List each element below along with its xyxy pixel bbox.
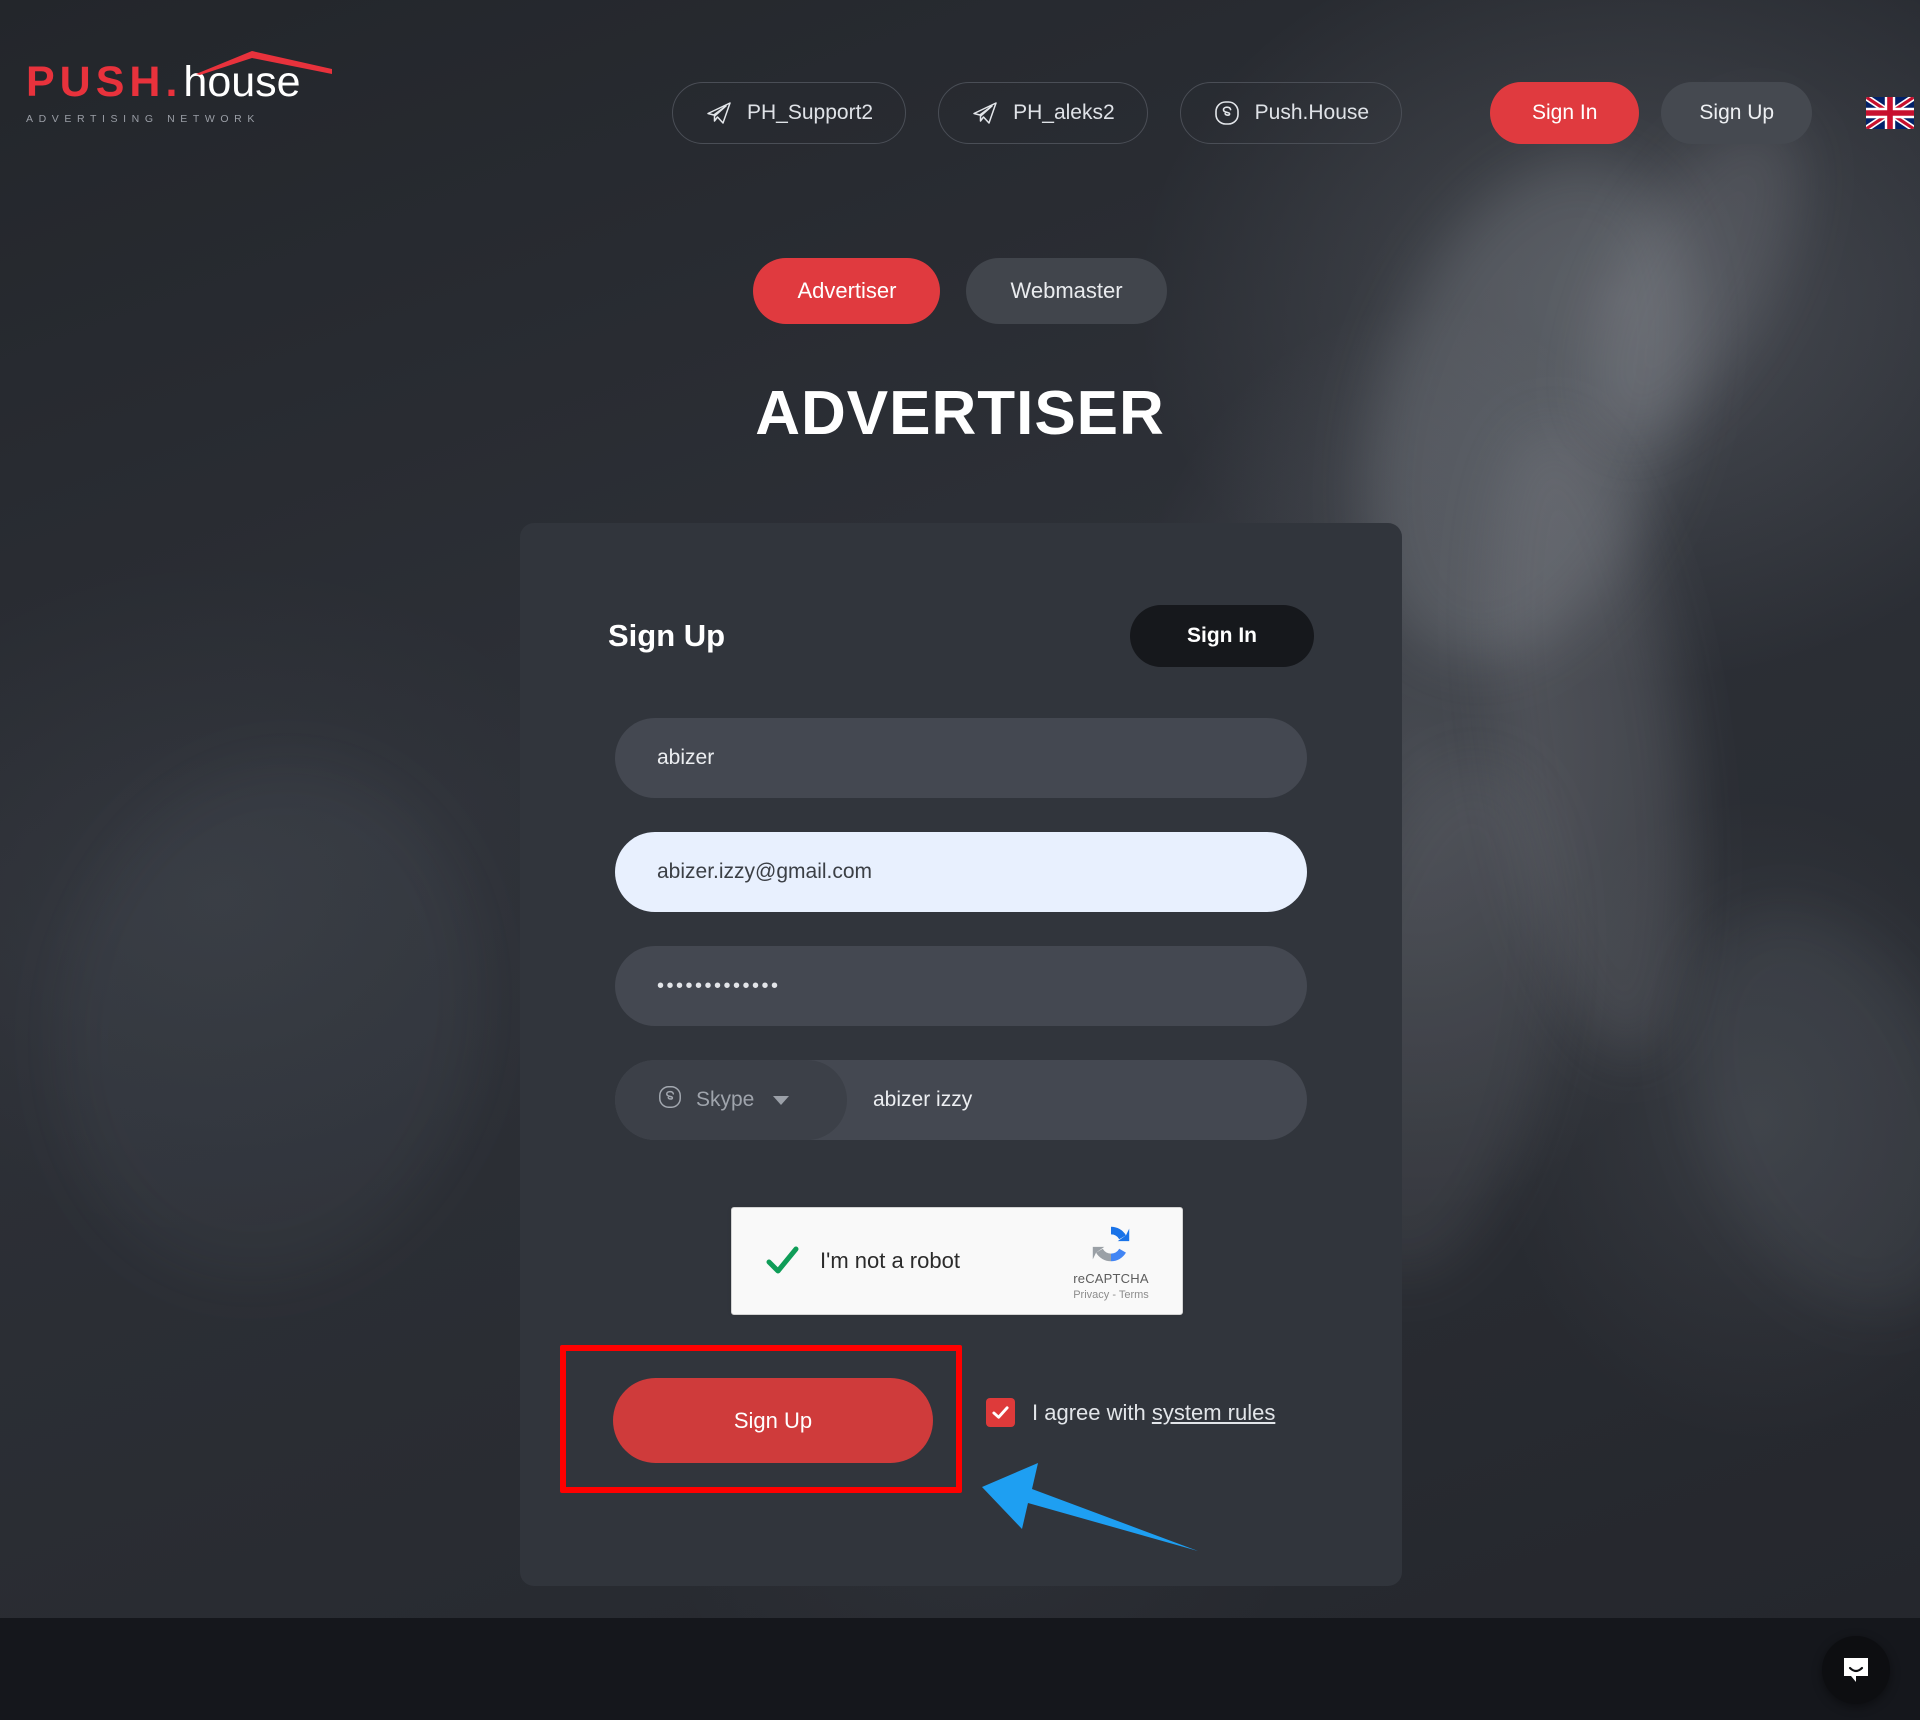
agree-label: I agree with system rules bbox=[1032, 1400, 1275, 1426]
tab-webmaster[interactable]: Webmaster bbox=[966, 258, 1167, 324]
role-tab-group: Advertiser Webmaster bbox=[0, 258, 1920, 324]
contact-label: Push.House bbox=[1254, 101, 1370, 124]
submit-row: Sign Up I agree with system rules bbox=[560, 1345, 1340, 1495]
messenger-row: Skype abizer izzy bbox=[615, 1060, 1307, 1140]
telegram-icon bbox=[705, 99, 733, 127]
logo-tagline: ADVERTISING NETWORK bbox=[26, 113, 260, 125]
card-title: Sign Up bbox=[608, 618, 726, 653]
site-logo[interactable]: PUSH . house ADVERTISING NETWORK bbox=[26, 48, 332, 125]
chevron-down-icon bbox=[773, 1095, 790, 1105]
recaptcha-brand-name: reCAPTCHA bbox=[1073, 1271, 1149, 1286]
contact-ph-aleks2[interactable]: PH_aleks2 bbox=[938, 82, 1148, 144]
recaptcha-logo-icon bbox=[1092, 1226, 1130, 1262]
smoke-texture bbox=[10, 722, 530, 1318]
messenger-value: abizer izzy bbox=[873, 1088, 973, 1111]
username-value: abizer bbox=[657, 746, 715, 769]
smoke-texture bbox=[1456, 410, 1724, 1070]
recaptcha-branding: reCAPTCHA Privacy - Terms bbox=[1054, 1221, 1182, 1301]
header-auth-buttons: Sign In Sign Up bbox=[1490, 82, 1915, 144]
site-header: PUSH . house ADVERTISING NETWORK PH_Supp… bbox=[0, 0, 1920, 205]
skype-icon bbox=[657, 1084, 683, 1116]
logo-dot: . bbox=[165, 58, 183, 106]
agree-row: I agree with system rules bbox=[986, 1398, 1275, 1427]
green-checkmark-icon bbox=[762, 1241, 802, 1281]
system-rules-link[interactable]: system rules bbox=[1152, 1400, 1275, 1425]
recaptcha-links[interactable]: Privacy - Terms bbox=[1054, 1289, 1168, 1301]
password-input[interactable]: ••••••••••••• bbox=[615, 946, 1307, 1026]
username-input[interactable]: abizer bbox=[615, 718, 1307, 798]
telegram-icon bbox=[971, 99, 999, 127]
card-header: Sign Up Sign In bbox=[608, 605, 1314, 667]
recaptcha-widget[interactable]: I'm not a robot reCAPTCHA Privacy - Term… bbox=[731, 1207, 1183, 1315]
skype-icon bbox=[1213, 99, 1241, 127]
agree-checkbox[interactable] bbox=[986, 1398, 1015, 1427]
header-sign-in-button[interactable]: Sign In bbox=[1490, 82, 1640, 144]
page-title: ADVERTISER bbox=[755, 379, 1165, 448]
chat-bubble-icon bbox=[1844, 1658, 1868, 1682]
sign-up-button[interactable]: Sign Up bbox=[613, 1378, 933, 1463]
contact-ph-support2[interactable]: PH_Support2 bbox=[672, 82, 907, 144]
messenger-type-select[interactable]: Skype bbox=[615, 1060, 847, 1140]
recaptcha-label: I'm not a robot bbox=[820, 1248, 960, 1273]
site-footer bbox=[0, 1618, 1920, 1720]
checkmark-icon bbox=[992, 1406, 1009, 1419]
uk-flag-icon[interactable] bbox=[1866, 97, 1915, 129]
contact-label: PH_aleks2 bbox=[1013, 101, 1115, 124]
smoke-texture bbox=[1630, 866, 1920, 1354]
chat-widget-button[interactable] bbox=[1822, 1636, 1890, 1704]
card-sign-in-button[interactable]: Sign In bbox=[1130, 605, 1314, 667]
messenger-input[interactable]: abizer izzy bbox=[847, 1088, 1307, 1112]
logo-wordmark: PUSH . house bbox=[26, 48, 332, 106]
agree-prefix: I agree with bbox=[1032, 1399, 1152, 1425]
page-root: PUSH . house ADVERTISING NETWORK PH_Supp… bbox=[0, 0, 1920, 1720]
contact-push-house-skype[interactable]: Push.House bbox=[1179, 82, 1403, 144]
email-input[interactable]: abizer.izzy@gmail.com bbox=[615, 832, 1307, 912]
tab-advertiser[interactable]: Advertiser bbox=[753, 258, 941, 324]
password-value: ••••••••••••• bbox=[657, 974, 781, 997]
header-contacts: PH_Support2 PH_aleks2 Push.House bbox=[672, 82, 1403, 144]
messenger-selected-label: Skype bbox=[696, 1088, 755, 1111]
header-sign-up-button[interactable]: Sign Up bbox=[1661, 82, 1813, 144]
contact-label: PH_Support2 bbox=[747, 101, 874, 124]
signup-form: abizer abizer.izzy@gmail.com •••••••••••… bbox=[615, 718, 1307, 1174]
email-value: abizer.izzy@gmail.com bbox=[657, 860, 873, 883]
logo-push-text: PUSH bbox=[26, 58, 166, 106]
roof-icon bbox=[196, 51, 332, 75]
